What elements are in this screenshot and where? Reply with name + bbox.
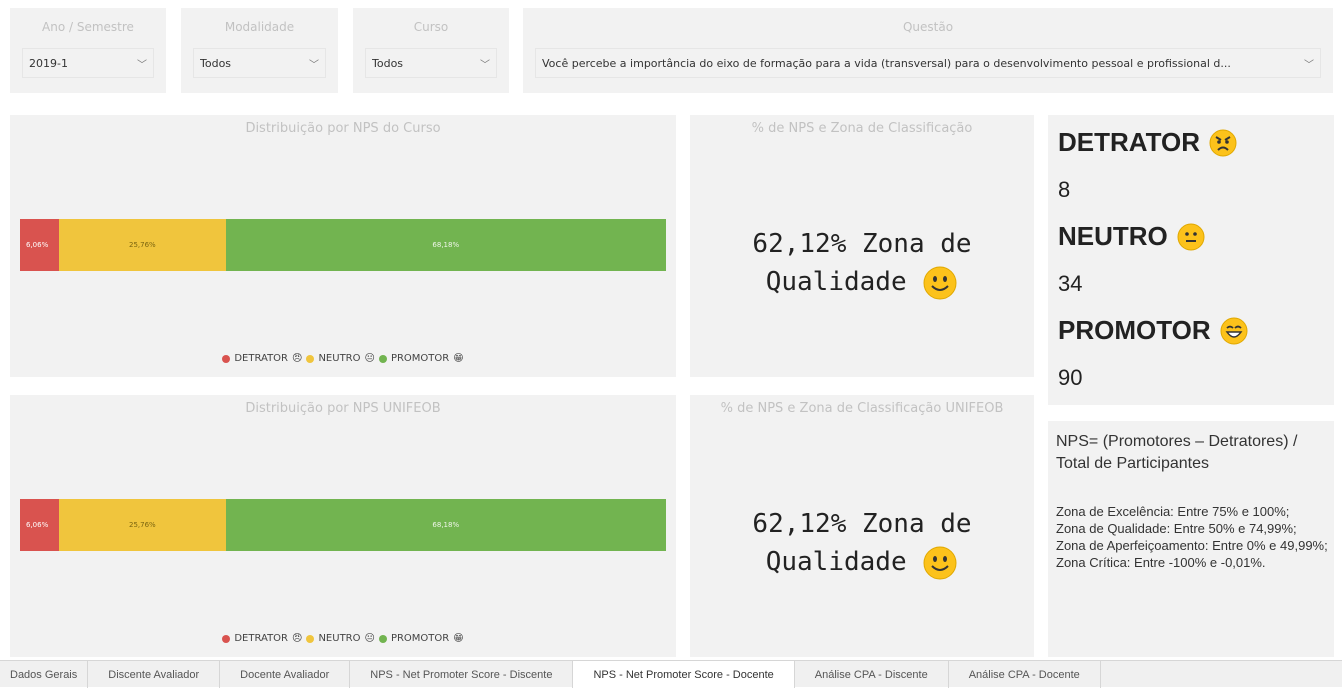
zona-curso-title: % de NPS e Zona de Classificação	[751, 121, 973, 136]
bar-segment-neutro[interactable]: 25,76%	[59, 499, 226, 551]
legend-promotor-label: PROMOTOR	[390, 633, 450, 644]
questao-value: Você percebe a importância do eixo de fo…	[542, 56, 1231, 70]
chevron-down-icon: ﹀	[137, 59, 147, 71]
kpi-detrator-label: DETRATOR	[1058, 127, 1201, 157]
bar-segment-detrator[interactable]: 6,06%	[20, 219, 60, 271]
zones-list: Zona de Excelência: Entre 75% e 100%; Zo…	[1056, 503, 1332, 571]
legend-detrator-dot	[222, 354, 231, 363]
zone-aperfeicoamento: Zona de Aperfeiçoamento: Entre 0% e 49,9…	[1056, 538, 1328, 553]
kpi-neutro-value: 34	[1058, 271, 1083, 296]
legend-neutro-dot	[306, 354, 315, 363]
slicer-questao: Questão Você percebe a importância do ei…	[523, 8, 1333, 93]
stacked-bar-unifeob[interactable]: 6,06% 25,76% 68,18%	[20, 499, 666, 551]
data-label: 68,18%	[432, 521, 460, 529]
zone-critica: Zona Crítica: Entre -100% e -0,01%.	[1056, 555, 1266, 570]
tab-analise-cpa-discente[interactable]: Análise CPA - Discente	[795, 661, 949, 688]
legend-neutro-label: NEUTRO	[318, 633, 361, 644]
slicer-questao-title: Questão	[902, 20, 954, 34]
chart-legend: DETRATOR 😠 NEUTRO 😐 PROMOTOR 😁	[10, 633, 676, 644]
neutral-face-icon: 😐	[364, 633, 375, 644]
legend-promotor-dot	[378, 354, 387, 363]
legend-detrator-dot	[222, 634, 231, 643]
card-kpi-counts: DETRATOR 8 NEUTRO 34 PROMOTOR 90	[1048, 115, 1334, 405]
modalidade-value: Todos	[200, 56, 232, 70]
legend-neutro-dot	[306, 634, 315, 643]
bar-segment-neutro[interactable]: 25,76%	[59, 219, 226, 271]
angry-face-icon	[1209, 129, 1237, 156]
nps-formula: NPS= (Promotores – Detratores) / Total d…	[1056, 433, 1298, 472]
chart-nps-unifeob: Distribuição por NPS UNIFEOB 6,06% 25,76%…	[10, 395, 676, 657]
legend-detrator-label: DETRATOR	[234, 633, 289, 644]
zone-excelencia: Zona de Excelência: Entre 75% e 100%;	[1056, 504, 1290, 519]
slicer-ano: Ano / Semestre 2019-1 ﹀	[10, 8, 166, 93]
curso-value: Todos	[372, 56, 404, 70]
neutral-face-icon: 😐	[364, 353, 375, 364]
card-zona-curso: % de NPS e Zona de Classificação 62,12% …	[690, 115, 1034, 377]
ano-value: 2019-1	[29, 56, 68, 70]
kpi-neutro: NEUTRO	[1058, 221, 1206, 252]
tab-analise-cpa-docente[interactable]: Análise CPA - Docente	[949, 661, 1101, 688]
curso-dropdown[interactable]: Todos ﹀	[365, 48, 497, 78]
legend-promotor-dot	[378, 634, 387, 643]
zona-unifeob-line2: Qualidade	[765, 547, 907, 577]
tab-docente-avaliador[interactable]: Docente Avaliador	[220, 661, 351, 688]
chevron-down-icon: ﹀	[480, 59, 490, 71]
slicer-curso: Curso Todos ﹀	[353, 8, 509, 93]
kpi-promotor-value: 90	[1058, 365, 1083, 390]
chart-nps-curso: Distribuição por NPS do Curso 6,06% 25,76…	[10, 115, 676, 377]
data-label: 25,76%	[128, 241, 156, 249]
chart-curso-title: Distribuição por NPS do Curso	[245, 121, 441, 136]
angry-face-icon: 😠	[292, 353, 303, 364]
kpi-promotor-label: PROMOTOR	[1058, 315, 1211, 345]
chevron-down-icon: ﹀	[309, 59, 319, 71]
chevron-down-icon: ﹀	[1304, 59, 1314, 71]
bar-segment-promotor[interactable]: 68,18%	[225, 219, 666, 271]
kpi-promotor: PROMOTOR	[1058, 315, 1249, 346]
tab-nps-docente[interactable]: NPS - Net Promoter Score - Docente	[573, 661, 795, 688]
modalidade-dropdown[interactable]: Todos ﹀	[193, 48, 326, 78]
data-label: 6,06%	[26, 521, 49, 529]
grinning-face-icon	[1220, 317, 1248, 344]
page-tabs: Dados Gerais Discente Avaliador Docente …	[0, 660, 1342, 688]
smiley-face-icon	[923, 266, 957, 299]
stacked-bar-curso[interactable]: 6,06% 25,76% 68,18%	[20, 219, 666, 271]
grinning-face-icon: 😁	[453, 353, 464, 364]
slicer-modalidade-title: Modalidade	[224, 20, 295, 34]
tab-discente-avaliador[interactable]: Discente Avaliador	[88, 661, 221, 688]
kpi-neutro-label: NEUTRO	[1058, 221, 1168, 251]
card-nps-info: NPS= (Promotores – Detratores) / Total d…	[1048, 421, 1334, 657]
zona-unifeob-line1: 62,12% Zona de	[752, 509, 972, 539]
ano-dropdown[interactable]: 2019-1 ﹀	[22, 48, 154, 78]
tab-dados-gerais[interactable]: Dados Gerais	[0, 661, 89, 688]
data-label: 6,06%	[26, 241, 49, 249]
angry-face-icon: 😠	[292, 633, 303, 644]
data-label: 25,76%	[128, 521, 156, 529]
data-label: 68,18%	[432, 241, 460, 249]
neutral-face-icon	[1177, 223, 1205, 250]
legend-neutro-label: NEUTRO	[318, 353, 361, 364]
zona-curso-line1: 62,12% Zona de	[752, 229, 972, 259]
slicer-ano-title: Ano / Semestre	[42, 20, 134, 34]
kpi-detrator: DETRATOR	[1058, 127, 1238, 158]
bar-segment-detrator[interactable]: 6,06%	[20, 499, 60, 551]
card-zona-unifeob: % de NPS e Zona de Classificação UNIFEOB…	[690, 395, 1034, 657]
chart-unifeob-title: Distribuição por NPS UNIFEOB	[245, 401, 441, 416]
zona-unifeob-line2-wrap: Qualidade	[690, 543, 1034, 581]
kpi-detrator-value: 8	[1058, 177, 1071, 202]
grinning-face-icon: 😁	[453, 633, 464, 644]
zone-qualidade: Zona de Qualidade: Entre 50% e 74,99%;	[1056, 521, 1297, 536]
chart-legend: DETRATOR 😠 NEUTRO 😐 PROMOTOR 😁	[10, 353, 676, 364]
slicer-modalidade: Modalidade Todos ﹀	[181, 8, 338, 93]
bar-segment-promotor[interactable]: 68,18%	[225, 499, 666, 551]
legend-detrator-label: DETRATOR	[234, 353, 289, 364]
legend-promotor-label: PROMOTOR	[390, 353, 450, 364]
smiley-face-icon	[923, 546, 957, 579]
zona-curso-line2: Qualidade	[765, 267, 907, 297]
slicer-curso-title: Curso	[413, 20, 449, 34]
zona-unifeob-title: % de NPS e Zona de Classificação UNIFEOB	[720, 401, 1004, 416]
questao-dropdown[interactable]: Você percebe a importância do eixo de fo…	[535, 48, 1321, 78]
tab-nps-discente[interactable]: NPS - Net Promoter Score - Discente	[350, 661, 574, 688]
zona-curso-line2-wrap: Qualidade	[690, 263, 1034, 301]
